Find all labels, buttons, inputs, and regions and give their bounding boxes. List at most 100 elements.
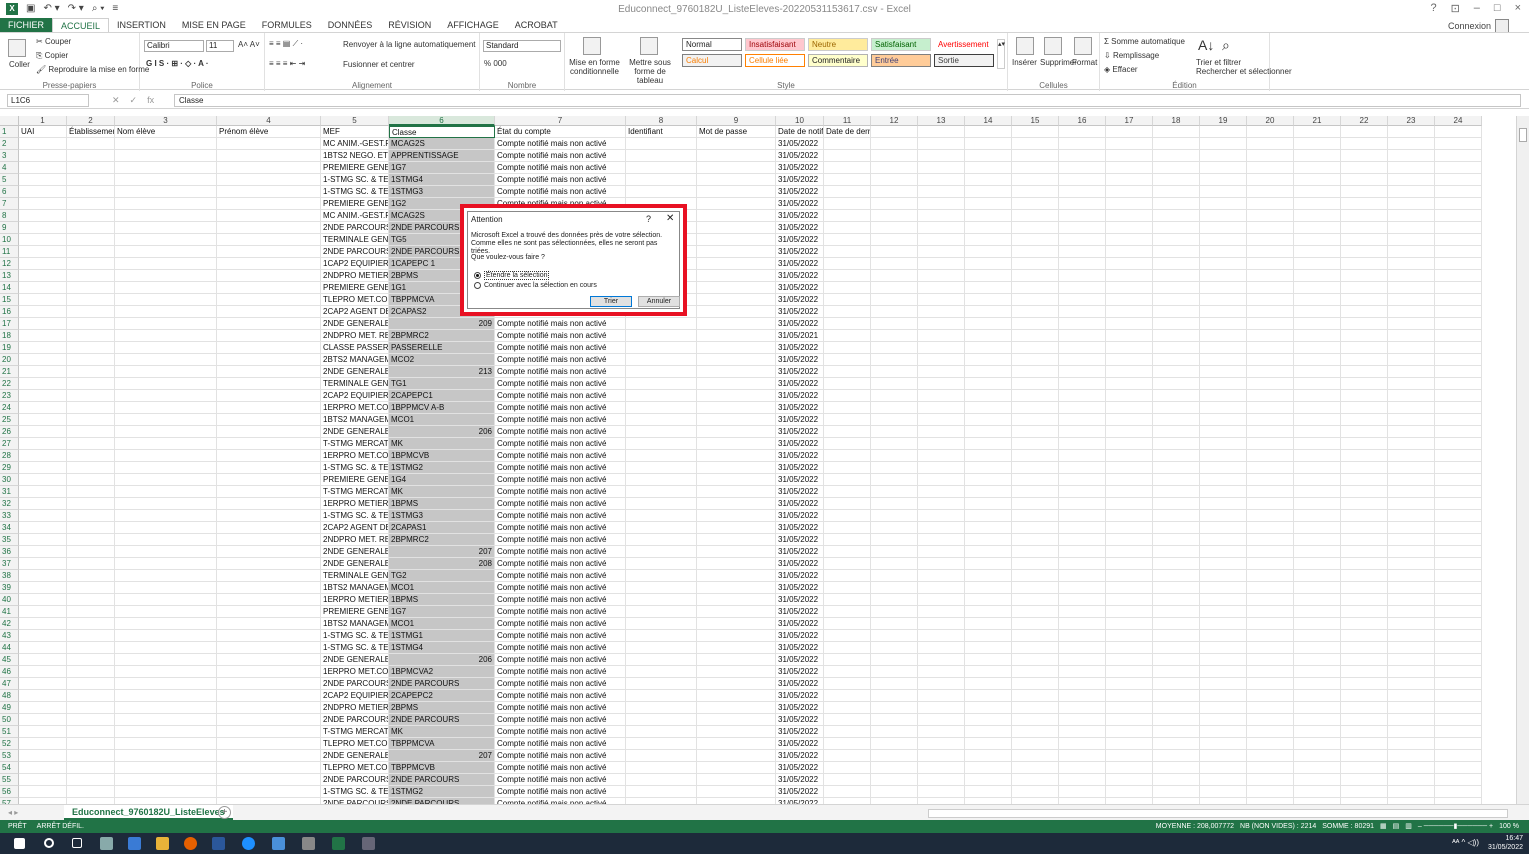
cell[interactable] [19, 414, 67, 426]
column-header[interactable]: 6 [389, 116, 495, 126]
cell[interactable]: 2NDE GENERALE ET [321, 366, 389, 378]
cell[interactable]: 31/05/2022 [776, 294, 824, 306]
cell[interactable] [965, 498, 1012, 510]
cell[interactable] [1294, 510, 1341, 522]
cell[interactable] [1247, 222, 1294, 234]
cell[interactable] [1012, 426, 1059, 438]
cell[interactable] [67, 750, 115, 762]
cell[interactable] [824, 390, 871, 402]
cell[interactable]: 31/05/2022 [776, 714, 824, 726]
cell[interactable]: 1BTS2 MANAGEME [321, 618, 389, 630]
cell[interactable]: 1BPMCVB [389, 450, 495, 462]
cell[interactable] [918, 630, 965, 642]
cell[interactable] [217, 726, 321, 738]
cell[interactable]: TBPPMCVB [389, 762, 495, 774]
cell[interactable]: 31/05/2022 [776, 318, 824, 330]
cell[interactable] [871, 234, 918, 246]
cell[interactable] [626, 738, 697, 750]
cell[interactable] [626, 498, 697, 510]
cell[interactable] [1012, 282, 1059, 294]
cell[interactable] [965, 726, 1012, 738]
cell[interactable] [67, 186, 115, 198]
cell[interactable] [115, 774, 217, 786]
cell[interactable] [1247, 570, 1294, 582]
cell[interactable] [1247, 690, 1294, 702]
cell[interactable] [217, 594, 321, 606]
cell[interactable] [1341, 378, 1388, 390]
cell[interactable] [115, 330, 217, 342]
style-neutre[interactable]: Neutre [808, 38, 868, 51]
cell[interactable] [19, 570, 67, 582]
cell[interactable] [217, 498, 321, 510]
cell[interactable] [1435, 246, 1482, 258]
cell[interactable] [1294, 174, 1341, 186]
cell[interactable] [918, 294, 965, 306]
row-header[interactable]: 37 [0, 558, 19, 570]
cell[interactable] [1247, 174, 1294, 186]
cell[interactable]: 1ERPRO MET.COM [321, 402, 389, 414]
cell[interactable] [1435, 726, 1482, 738]
cell[interactable] [626, 534, 697, 546]
conditional-format-button[interactable]: Mise en forme conditionnelle [567, 58, 622, 76]
cell[interactable] [918, 138, 965, 150]
cell[interactable] [115, 270, 217, 282]
cell[interactable] [965, 162, 1012, 174]
cell[interactable]: 2NDE PARCOURS G [321, 246, 389, 258]
cell[interactable] [1388, 738, 1435, 750]
cell[interactable] [918, 774, 965, 786]
cell[interactable] [697, 198, 776, 210]
cell[interactable] [824, 486, 871, 498]
app-icon-1[interactable] [100, 837, 113, 850]
cell[interactable] [1012, 522, 1059, 534]
cell[interactable] [626, 150, 697, 162]
cell[interactable] [1294, 306, 1341, 318]
cell[interactable] [1059, 690, 1106, 702]
cell[interactable] [824, 630, 871, 642]
cell[interactable] [1153, 366, 1200, 378]
row-header[interactable]: 43 [0, 630, 19, 642]
cell[interactable]: 2CAPAS1 [389, 522, 495, 534]
cell[interactable] [1012, 354, 1059, 366]
cell[interactable] [67, 726, 115, 738]
cell[interactable] [1341, 534, 1388, 546]
cell[interactable] [1247, 594, 1294, 606]
cell[interactable] [115, 402, 217, 414]
cell[interactable]: Compte notifié mais non activé [495, 522, 626, 534]
cell[interactable] [217, 450, 321, 462]
cell[interactable] [1341, 438, 1388, 450]
cell[interactable] [67, 138, 115, 150]
row-header[interactable]: 4 [0, 162, 19, 174]
cell[interactable] [1106, 630, 1153, 642]
cell[interactable] [918, 762, 965, 774]
cell[interactable] [1341, 342, 1388, 354]
cell[interactable] [965, 234, 1012, 246]
cell[interactable] [1106, 330, 1153, 342]
cell[interactable] [871, 594, 918, 606]
cell[interactable] [824, 594, 871, 606]
cell[interactable] [115, 726, 217, 738]
cell[interactable]: 31/05/2022 [776, 786, 824, 798]
cell[interactable] [1294, 354, 1341, 366]
cell[interactable] [1388, 318, 1435, 330]
cell[interactable] [115, 234, 217, 246]
cell[interactable] [1106, 762, 1153, 774]
cell[interactable] [918, 654, 965, 666]
cell[interactable] [1294, 150, 1341, 162]
cell[interactable] [1435, 762, 1482, 774]
cell[interactable] [918, 306, 965, 318]
cell[interactable] [697, 522, 776, 534]
paste-icon[interactable] [8, 39, 26, 57]
cell[interactable] [115, 738, 217, 750]
cell[interactable] [918, 618, 965, 630]
cell[interactable] [217, 222, 321, 234]
cell[interactable] [1200, 306, 1247, 318]
row-header[interactable]: 46 [0, 666, 19, 678]
cell[interactable] [965, 474, 1012, 486]
cell[interactable]: Compte notifié mais non activé [495, 330, 626, 342]
cell[interactable] [1247, 138, 1294, 150]
cell[interactable] [918, 702, 965, 714]
cell[interactable] [1341, 246, 1388, 258]
cell[interactable] [1435, 738, 1482, 750]
cell[interactable] [1106, 390, 1153, 402]
cell[interactable]: Compte notifié mais non activé [495, 186, 626, 198]
